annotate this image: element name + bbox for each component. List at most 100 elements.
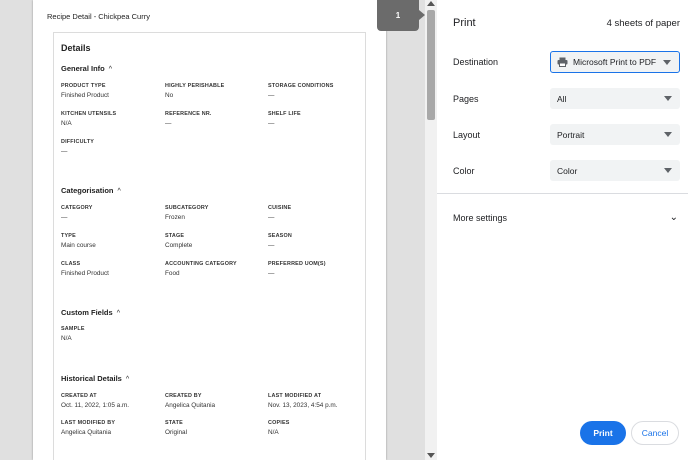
field-preferred-uoms: PREFERRED UOM(S) —	[268, 261, 368, 278]
field-stage: STAGE Complete	[165, 233, 265, 250]
destination-select[interactable]: Microsoft Print to PDF	[550, 51, 680, 73]
field-value: Finished Product	[61, 92, 109, 99]
field-label: CREATED BY	[165, 393, 202, 399]
field-value: Main course	[61, 242, 96, 249]
field-highly-perishable: HIGHLY PERISHABLE No	[165, 83, 265, 100]
field-label: REFERENCE NR.	[165, 111, 212, 117]
field-cuisine: CUISINE —	[268, 205, 368, 222]
field-value: No	[165, 92, 174, 99]
field-label: CATEGORY	[61, 205, 93, 211]
field-label: ACCOUNTING CATEGORY	[165, 261, 237, 267]
field-value: N/A	[61, 335, 72, 342]
printer-icon	[557, 57, 568, 67]
field-label: STORAGE CONDITIONS	[268, 83, 334, 89]
details-heading: Details	[61, 43, 91, 53]
field-value: Complete	[165, 242, 193, 249]
field-label: LAST MODIFIED BY	[61, 420, 116, 426]
field-label: CLASS	[61, 261, 81, 267]
field-value: Angelica Quitania	[61, 429, 112, 436]
scroll-up-icon[interactable]	[427, 1, 435, 6]
field-value: —	[61, 214, 68, 221]
field-label: STAGE	[165, 233, 185, 239]
field-label: PREFERRED UOM(S)	[268, 261, 326, 267]
field-value: Original	[165, 429, 188, 436]
pages-select[interactable]: All	[550, 88, 680, 109]
field-value: —	[165, 120, 172, 127]
pages-value: All	[557, 93, 567, 104]
destination-label: Destination	[453, 57, 499, 67]
field-label: CREATED AT	[61, 393, 97, 399]
field-accounting-category: ACCOUNTING CATEGORY Food	[165, 261, 265, 278]
chevron-down-icon[interactable]: ⌄	[670, 212, 678, 223]
section-custom-fields: Custom Fields ^	[61, 308, 120, 317]
field-label: SHELF LIFE	[268, 111, 301, 117]
field-value: Food	[165, 270, 180, 277]
print-title: Print	[453, 17, 476, 29]
field-value: N/A	[61, 120, 72, 127]
field-label: KITCHEN UTENSILS	[61, 111, 117, 117]
print-settings-panel: Print 4 sheets of paper Destination Micr…	[437, 0, 688, 460]
sheet-count: 4 sheets of paper	[606, 18, 680, 29]
field-value: Finished Product	[61, 270, 109, 277]
field-value: —	[61, 148, 68, 155]
scroll-down-icon[interactable]	[427, 453, 435, 458]
field-value: Frozen	[165, 214, 185, 221]
section-title: General Info	[61, 64, 105, 73]
details-card: Details General Info ^ PRODUCT TYPE Finis…	[53, 32, 366, 460]
field-category: CATEGORY —	[61, 205, 161, 222]
section-title: Custom Fields	[61, 308, 113, 317]
field-kitchen-utensils: KITCHEN UTENSILS N/A	[61, 111, 161, 128]
document-title: Recipe Detail - Chickpea Curry	[47, 12, 150, 21]
color-value: Color	[557, 165, 578, 176]
chevron-up-icon: ^	[116, 310, 120, 317]
field-shelf-life: SHELF LIFE —	[268, 111, 368, 128]
section-historical-details: Historical Details ^	[61, 374, 129, 383]
dropdown-arrow-icon	[663, 60, 671, 65]
dropdown-arrow-icon	[664, 132, 672, 137]
field-product-type: PRODUCT TYPE Finished Product	[61, 83, 161, 100]
cancel-button[interactable]: Cancel	[631, 421, 679, 445]
field-storage-conditions: STORAGE CONDITIONS —	[268, 83, 368, 100]
field-label: TYPE	[61, 233, 76, 239]
field-sample: SAMPLE N/A	[61, 326, 161, 343]
dropdown-arrow-icon	[664, 168, 672, 173]
field-created-by: CREATED BY Angelica Quitania	[165, 393, 265, 410]
section-categorisation: Categorisation ^	[61, 186, 121, 195]
section-title: Historical Details	[61, 374, 122, 383]
chevron-up-icon: ^	[108, 66, 113, 73]
field-label: SAMPLE	[61, 326, 85, 332]
chevron-up-icon: ^	[125, 376, 130, 383]
field-last-modified-at: LAST MODIFIED AT Nov. 13, 2023, 4:54 p.m…	[268, 393, 368, 410]
section-general-info: General Info ^	[61, 64, 112, 73]
color-select[interactable]: Color	[550, 160, 680, 181]
preview-scrollbar[interactable]	[425, 0, 437, 460]
field-copies: COPIES N/A	[268, 420, 368, 437]
field-label: COPIES	[268, 420, 290, 426]
field-subcategory: SUBCATEGORY Frozen	[165, 205, 265, 222]
layout-value: Portrait	[557, 129, 585, 140]
chevron-up-icon: ^	[117, 188, 121, 195]
field-label: SEASON	[268, 233, 292, 239]
field-label: CUISINE	[268, 205, 292, 211]
field-label: LAST MODIFIED AT	[268, 393, 322, 399]
print-button[interactable]: Print	[580, 421, 626, 445]
field-value: —	[268, 92, 275, 99]
field-state: STATE Original	[165, 420, 265, 437]
field-value: N/A	[268, 429, 279, 436]
field-reference-nr: REFERENCE NR. —	[165, 111, 265, 128]
field-label: SUBCATEGORY	[165, 205, 209, 211]
color-label: Color	[453, 166, 475, 176]
layout-select[interactable]: Portrait	[550, 124, 680, 145]
field-label: DIFFICULTY	[61, 139, 95, 145]
field-label: STATE	[165, 420, 183, 426]
field-created-at: CREATED AT Oct. 11, 2022, 1:05 a.m.	[61, 393, 161, 410]
scroll-thumb[interactable]	[427, 10, 435, 120]
field-class: CLASS Finished Product	[61, 261, 161, 278]
print-preview-area: Recipe Detail - Chickpea Curry Details G…	[0, 0, 425, 460]
more-settings-toggle[interactable]: More settings	[453, 213, 507, 223]
field-value: —	[268, 270, 275, 277]
field-value: —	[268, 214, 275, 221]
divider	[437, 193, 688, 194]
field-value: Nov. 13, 2023, 4:54 p.m.	[268, 402, 338, 409]
field-value: —	[268, 120, 275, 127]
